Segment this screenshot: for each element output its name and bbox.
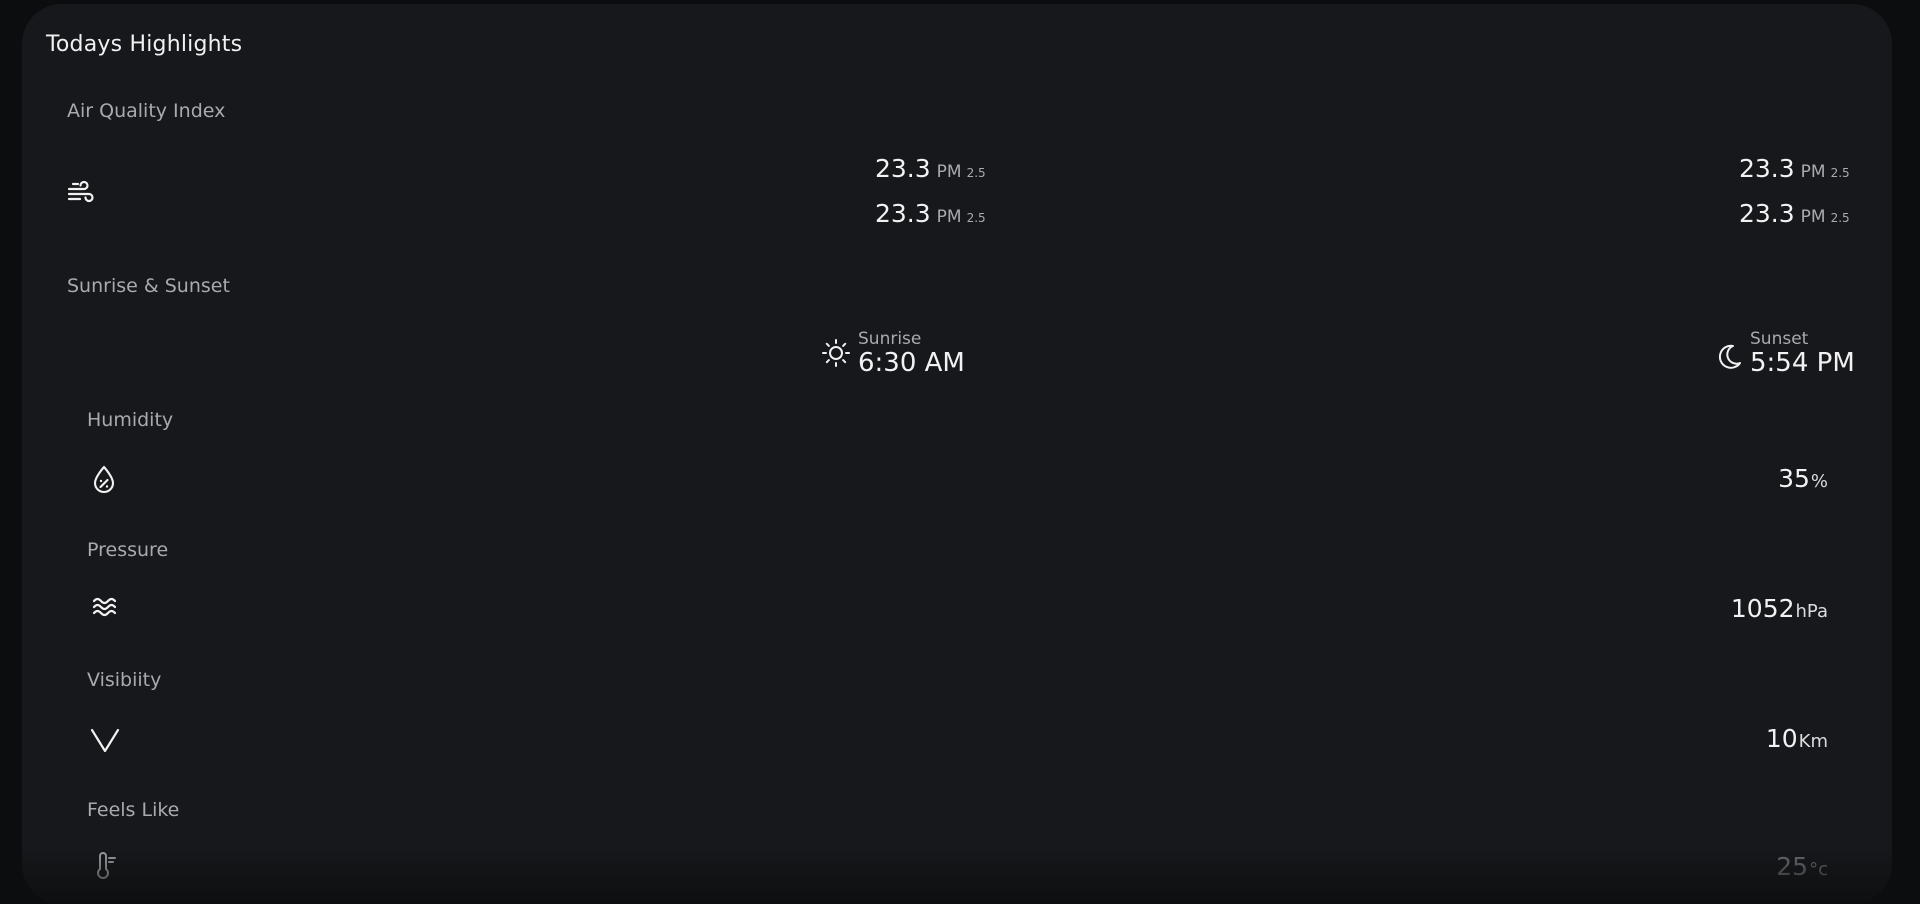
aqi-unit-sub: 2.5 — [1830, 166, 1850, 180]
sunset-time: 5:54 PM — [1750, 348, 1855, 378]
visibility-label: Visibiity — [87, 669, 162, 691]
aqi-unit: PM — [1800, 162, 1826, 182]
aqi-reading: 23.3 PM 2.5 — [1739, 154, 1850, 183]
pressure-value: 1052 hPa — [1731, 594, 1828, 623]
sun-icon — [821, 338, 851, 368]
humidity-value: 35 % — [1778, 464, 1828, 493]
todays-highlights-panel: Todays Highlights Air Quality Index 23.3… — [22, 4, 1892, 904]
feels-like-number: 25 — [1776, 852, 1809, 881]
scroll-fade-overlay — [22, 844, 1892, 904]
aqi-label: Air Quality Index — [67, 100, 226, 122]
aqi-unit-sub: 2.5 — [966, 211, 986, 225]
aqi-value: 23.3 — [1739, 199, 1795, 228]
thermometer-icon — [92, 852, 118, 882]
humidity-label: Humidity — [87, 409, 174, 431]
aqi-unit-sub: 2.5 — [1830, 211, 1850, 225]
pressure-number: 1052 — [1730, 594, 1795, 623]
humidity-number: 35 — [1778, 464, 1810, 493]
aqi-value: 23.3 — [875, 154, 931, 183]
aqi-unit-sub: 2.5 — [966, 166, 986, 180]
feels-like-unit: °c — [1809, 859, 1828, 880]
visibility-unit: Km — [1798, 731, 1828, 752]
aqi-reading: 23.3 PM 2.5 — [875, 154, 986, 183]
humidity-drop-icon — [91, 464, 117, 494]
aqi-unit: PM — [1800, 207, 1826, 227]
pressure-label: Pressure — [87, 539, 169, 561]
aqi-reading: 23.3 PM 2.5 — [875, 199, 986, 228]
moon-icon — [1715, 343, 1743, 371]
aqi-unit: PM — [936, 162, 962, 182]
aqi-unit: PM — [936, 207, 962, 227]
sunrise-block: Sunrise 6:30 AM — [858, 330, 965, 378]
visibility-value: 10 Km — [1766, 724, 1828, 753]
panel-title: Todays Highlights — [46, 32, 243, 57]
aqi-value: 23.3 — [875, 199, 931, 228]
waves-icon — [91, 594, 119, 620]
sunset-block: Sunset 5:54 PM — [1750, 330, 1855, 378]
feels-like-value: 25 °c — [1776, 852, 1828, 881]
feels-like-label: Feels Like — [87, 799, 180, 821]
sunset-label: Sunset — [1750, 329, 1809, 349]
aqi-value: 23.3 — [1739, 154, 1795, 183]
wind-icon — [67, 180, 95, 206]
sun-label: Sunrise & Sunset — [67, 275, 230, 297]
aqi-reading: 23.3 PM 2.5 — [1739, 199, 1850, 228]
visibility-number: 10 — [1765, 724, 1798, 753]
sunrise-time: 6:30 AM — [858, 348, 965, 378]
pressure-unit: hPa — [1795, 601, 1828, 622]
humidity-unit: % — [1810, 471, 1828, 492]
sunrise-label: Sunrise — [858, 329, 922, 349]
chevron-down-icon — [88, 726, 122, 754]
